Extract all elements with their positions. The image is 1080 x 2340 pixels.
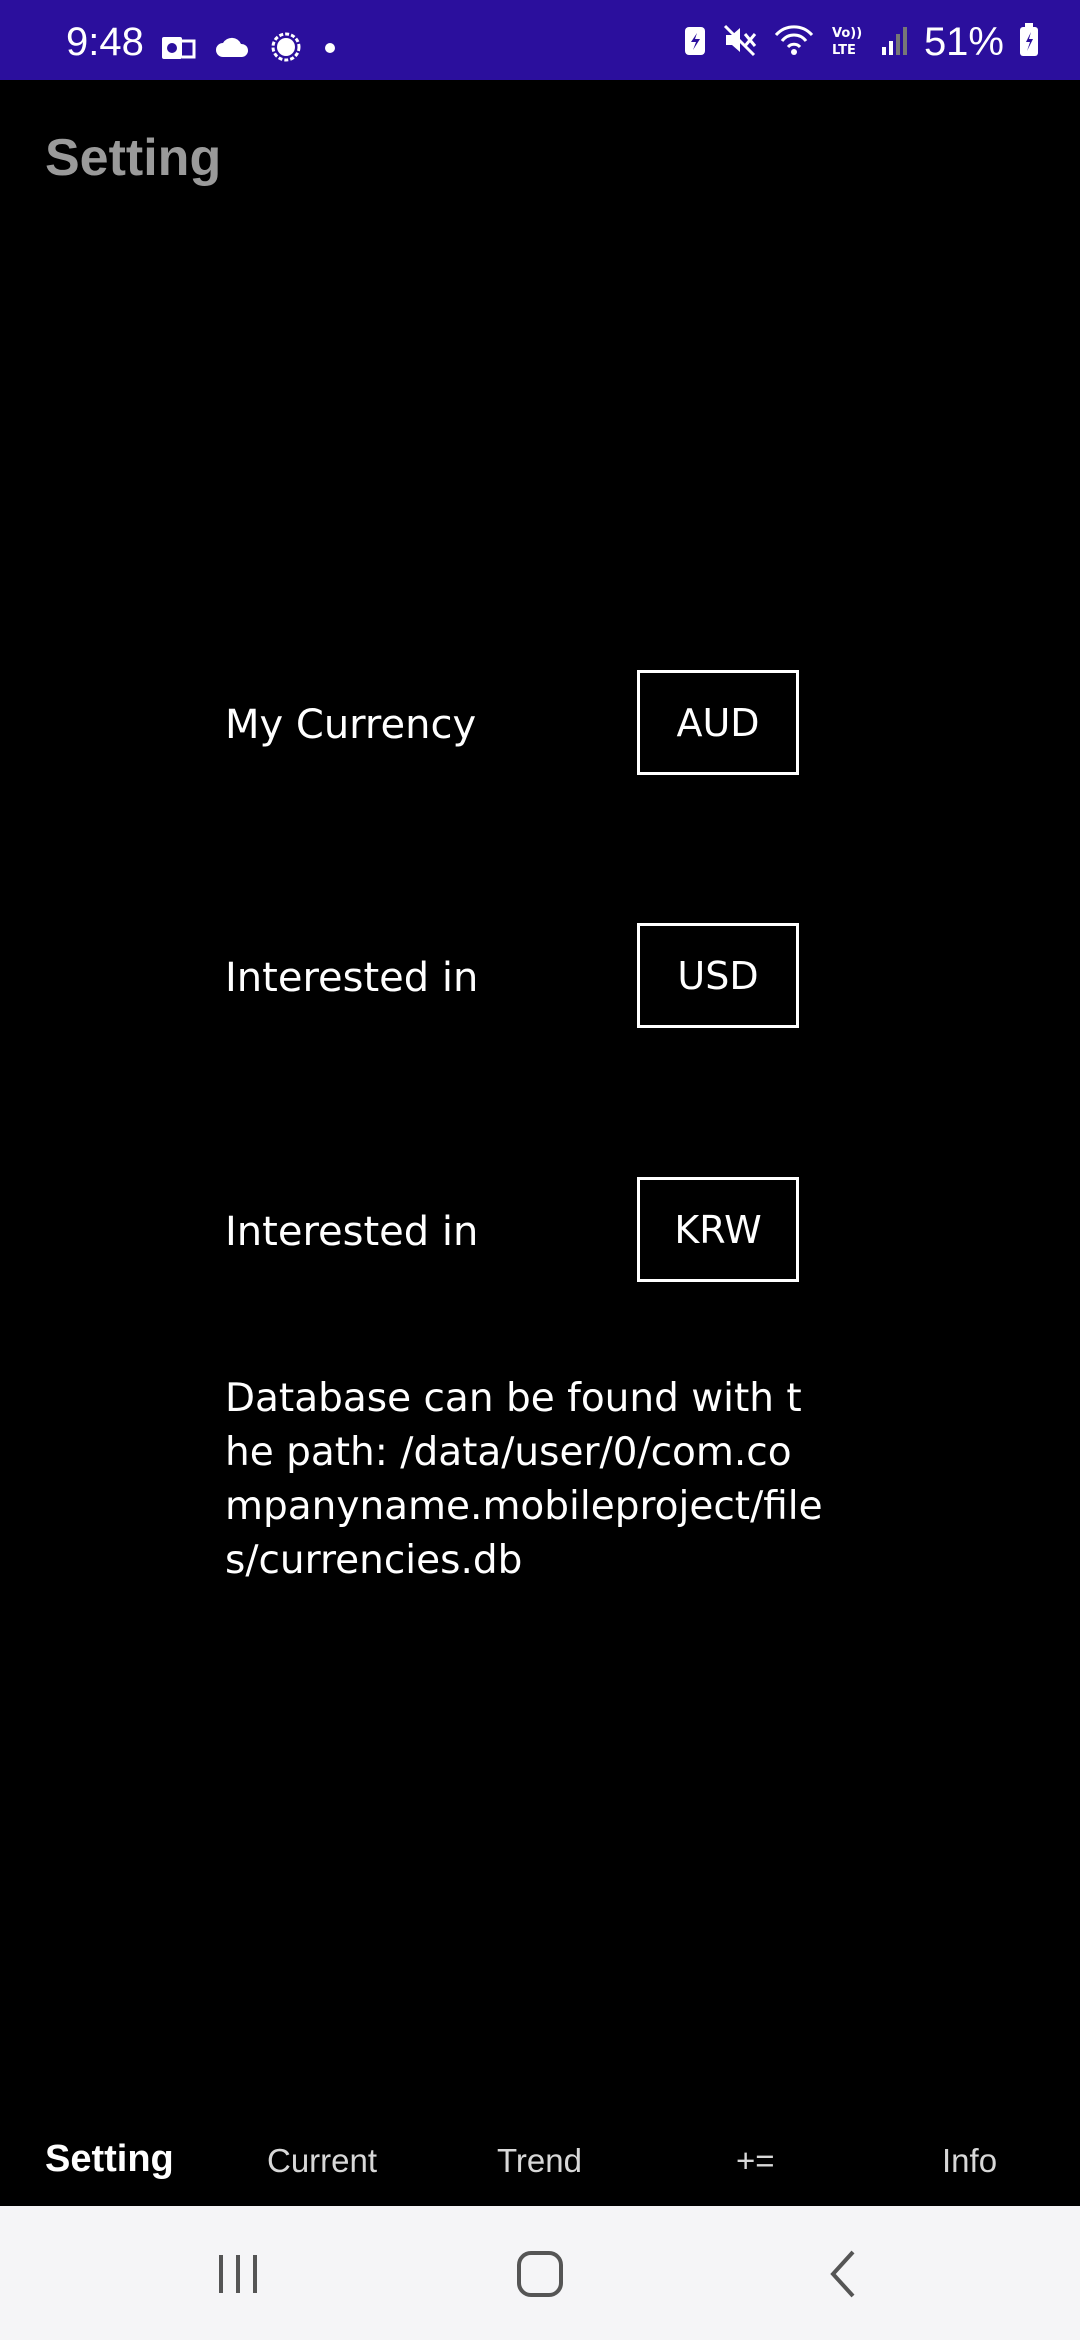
tab-current[interactable]: Current	[267, 2142, 377, 2180]
page-title: Setting	[45, 129, 222, 187]
battery-saver-icon	[682, 23, 708, 61]
signal-bars-icon	[880, 23, 910, 61]
svg-text:LTE: LTE	[832, 43, 856, 57]
volte-icon: Vo)) LTE	[830, 23, 866, 61]
battery-percent: 51%	[923, 20, 1004, 64]
outlook-icon	[160, 33, 196, 67]
database-path-note: Database can be found with the path: /da…	[225, 1376, 823, 1583]
my-currency-label: My Currency	[225, 702, 477, 748]
home-icon	[517, 2251, 563, 2297]
my-currency-row: My Currency AUD	[225, 670, 805, 780]
interested-currency-2-label: Interested in	[225, 1209, 479, 1255]
interested-currency-1-button[interactable]: USD	[637, 923, 799, 1028]
bottom-tab-bar: Setting Current Trend += Info	[0, 2120, 1080, 2206]
notification-icons	[160, 30, 338, 70]
wifi-icon	[772, 23, 816, 61]
interested-currency-1-row: Interested in USD	[225, 923, 805, 1033]
battery-icon	[1018, 22, 1040, 62]
interested-currency-2-button[interactable]: KRW	[637, 1177, 799, 1282]
recents-button[interactable]	[203, 2242, 273, 2306]
system-status-icons: Vo)) LTE 51%	[682, 22, 1040, 62]
my-currency-button[interactable]: AUD	[637, 670, 799, 775]
interested-currency-2-row: Interested in KRW	[225, 1177, 805, 1287]
signal-messenger-icon	[268, 30, 304, 70]
tab-trend[interactable]: Trend	[497, 2142, 582, 2180]
tab-calculator[interactable]: +=	[736, 2142, 775, 2180]
tab-setting[interactable]: Setting	[45, 2138, 174, 2181]
status-bar: 9:48 Vo)) LTE 51%	[0, 0, 1080, 80]
status-time: 9:48	[66, 20, 144, 64]
interested-currency-1-label: Interested in	[225, 955, 479, 1001]
svg-text:Vo)): Vo))	[832, 26, 862, 41]
back-button[interactable]	[808, 2242, 878, 2306]
recents-icon	[219, 2255, 257, 2293]
tab-info[interactable]: Info	[942, 2142, 997, 2180]
mute-icon	[722, 23, 758, 61]
cloud-icon	[214, 35, 250, 65]
system-navigation-bar	[0, 2206, 1080, 2340]
back-icon	[830, 2250, 855, 2298]
home-button[interactable]	[505, 2242, 575, 2306]
dot-icon	[322, 40, 338, 60]
